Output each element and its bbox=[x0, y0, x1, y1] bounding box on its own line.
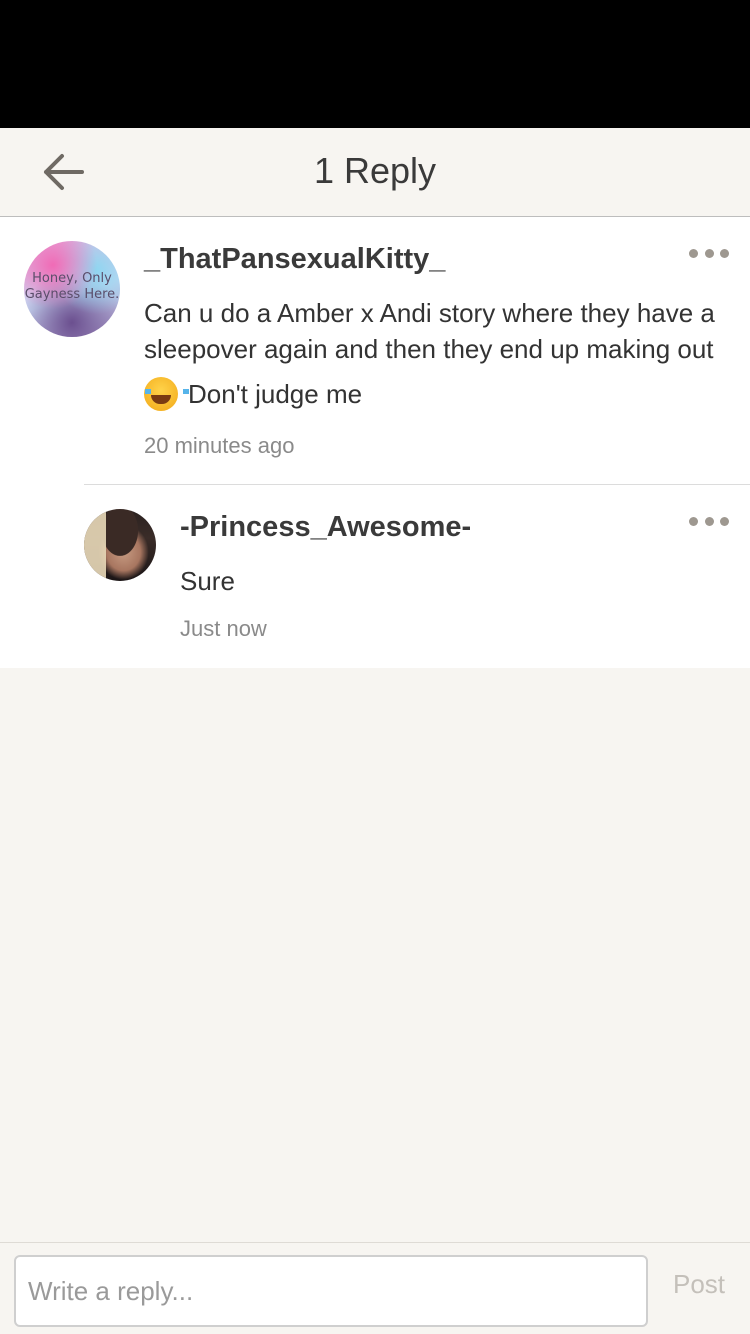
reply-comment: -Princess_Awesome- Sure Just now bbox=[0, 485, 750, 668]
comment-text-line: Don't judge me bbox=[144, 377, 362, 411]
comment-text-suffix: Don't judge me bbox=[188, 378, 363, 409]
header: 1 Reply bbox=[0, 128, 750, 217]
page-title: 1 Reply bbox=[313, 150, 437, 191]
avatar[interactable] bbox=[84, 509, 156, 581]
post-button[interactable]: Post bbox=[660, 1269, 738, 1300]
more-options-button[interactable] bbox=[689, 243, 729, 263]
comment-text: Can u do a Amber x Andi story where they… bbox=[144, 298, 715, 364]
avatar-text: Honey, Only Gayness Here. bbox=[24, 271, 120, 302]
ellipsis-icon bbox=[689, 516, 698, 526]
reply-timestamp: Just now bbox=[180, 616, 267, 641]
tears-of-joy-icon bbox=[144, 377, 189, 411]
avatar[interactable]: Honey, Only Gayness Here. bbox=[24, 241, 120, 337]
more-options-button[interactable] bbox=[689, 511, 729, 531]
comment-timestamp: 20 minutes ago bbox=[144, 433, 295, 458]
comment-thread: Honey, Only Gayness Here. _ThatPansexual… bbox=[0, 217, 750, 668]
status-bar bbox=[0, 0, 750, 128]
reply-bar: Post bbox=[0, 1242, 750, 1334]
reply-input[interactable] bbox=[14, 1255, 648, 1327]
reply-username[interactable]: -Princess_Awesome- bbox=[180, 511, 471, 544]
parent-comment: Honey, Only Gayness Here. _ThatPansexual… bbox=[0, 217, 750, 484]
reply-text: Sure bbox=[180, 566, 235, 596]
ellipsis-icon bbox=[689, 248, 698, 258]
comment-username[interactable]: _ThatPansexualKitty_ bbox=[144, 243, 445, 276]
